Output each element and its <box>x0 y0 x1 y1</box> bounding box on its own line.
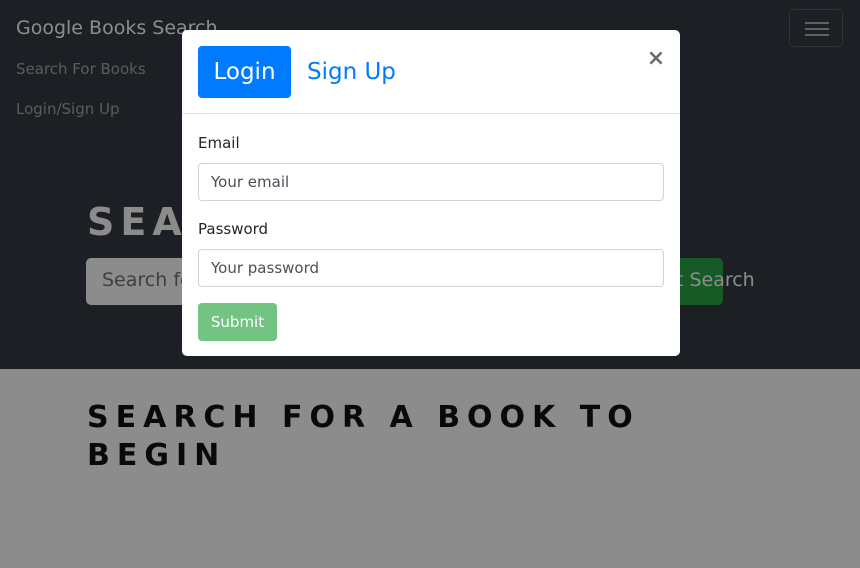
auth-modal: Login Sign Up × Email Password Submit <box>182 30 680 356</box>
tab-signup[interactable]: Sign Up <box>307 46 396 98</box>
close-icon[interactable]: × <box>644 46 668 72</box>
modal-header: Login Sign Up × <box>182 30 680 114</box>
password-field[interactable] <box>198 249 664 287</box>
email-label: Email <box>198 134 240 152</box>
submit-button[interactable]: Submit <box>198 303 277 341</box>
password-label: Password <box>198 220 269 238</box>
email-field[interactable] <box>198 163 664 201</box>
tab-login[interactable]: Login <box>198 46 291 98</box>
